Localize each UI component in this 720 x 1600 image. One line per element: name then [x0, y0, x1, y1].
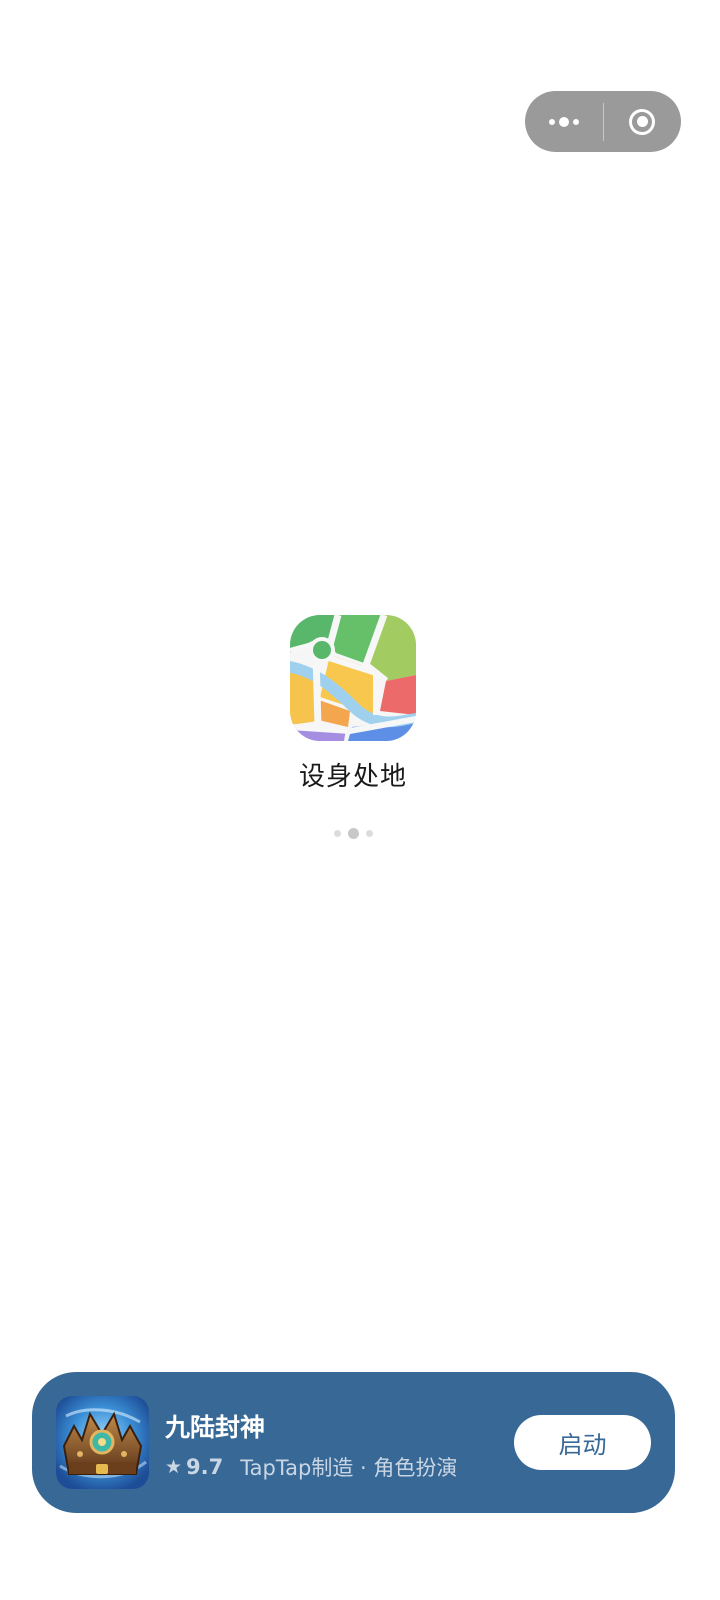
- close-button[interactable]: [604, 91, 682, 152]
- app-name: 设身处地: [298, 762, 407, 792]
- game-meta: ★ 9.7 TapTap制造 · 角色扮演: [165, 1452, 457, 1482]
- game-name: 九陆封神: [165, 1413, 266, 1442]
- loading-indicator: [333, 826, 373, 840]
- game-rating: 9.7: [186, 1455, 224, 1479]
- more-button[interactable]: [525, 91, 603, 152]
- star-icon: ★: [165, 1455, 183, 1478]
- game-meta-text: TapTap制造 · 角色扮演: [240, 1456, 458, 1480]
- close-circle-icon: [629, 108, 656, 135]
- capsule-menu: [525, 91, 681, 152]
- more-dots-icon: [548, 116, 579, 127]
- game-ad-banner[interactable]: 九陆封神 ★ 9.7 TapTap制造 · 角色扮演 启动: [32, 1372, 675, 1513]
- map-icon: [290, 615, 416, 741]
- splash-screen: 设身处地 九陆封神 ★ 9.7 TapTap制造 · 角色扮演 启动: [0, 0, 720, 1600]
- game-crown-icon: [56, 1396, 149, 1489]
- launch-button[interactable]: 启动: [514, 1415, 651, 1470]
